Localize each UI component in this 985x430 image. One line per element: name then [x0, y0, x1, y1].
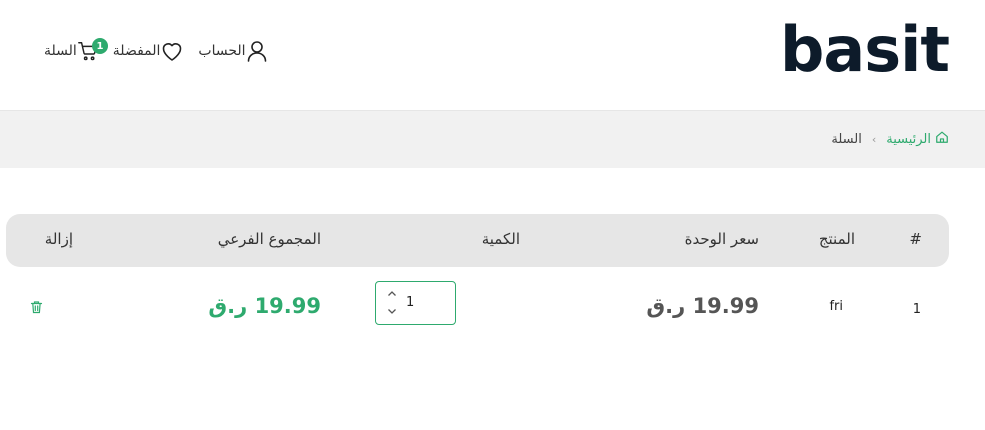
heart-icon	[160, 40, 184, 62]
chevron-down-icon[interactable]	[385, 306, 399, 318]
account-link[interactable]: الحساب	[198, 39, 267, 63]
breadcrumb-home-link[interactable]: الرئيسية	[886, 130, 949, 148]
breadcrumb: الرئيسية › السلة	[831, 130, 949, 148]
chevron-up-icon[interactable]	[385, 288, 399, 300]
user-icon	[246, 39, 268, 63]
breadcrumb-separator: ›	[871, 132, 877, 146]
header-quantity: الكمية	[481, 230, 520, 248]
product-name[interactable]: fri	[829, 299, 843, 314]
unit-price: 19.99 ر.ق	[646, 294, 759, 318]
cart-label: السلة	[44, 43, 77, 59]
header-nav: السلة 1 المفضلة الحساب	[44, 36, 282, 66]
home-icon	[931, 130, 949, 148]
site-header: السلة 1 المفضلة الحساب basit	[0, 0, 985, 111]
breadcrumb-home-label: الرئيسية	[886, 131, 931, 147]
account-label: الحساب	[198, 43, 246, 59]
header-product: المنتج	[818, 230, 855, 248]
cart-table-header: # المنتج سعر الوحدة الكمية المجموع الفرع…	[6, 214, 949, 267]
brand-logo[interactable]: basit	[780, 14, 950, 86]
remove-button[interactable]	[30, 299, 43, 318]
row-subtotal: 19.99 ر.ق	[208, 294, 321, 318]
header-number: #	[909, 230, 922, 248]
header-unit-price: سعر الوحدة	[684, 230, 759, 248]
table-row: 1 fri 19.99 ر.ق 1 19.99 ر.ق	[0, 280, 985, 340]
breadcrumb-bar: الرئيسية › السلة	[0, 111, 985, 168]
quantity-value[interactable]: 1	[406, 295, 414, 310]
wishlist-link[interactable]: المفضلة	[113, 40, 185, 62]
trash-icon	[30, 299, 43, 318]
breadcrumb-current: السلة	[831, 131, 862, 147]
row-number: 1	[912, 302, 921, 317]
header-subtotal: المجموع الفرعي	[217, 230, 321, 248]
cart-count-badge: 1	[92, 38, 108, 54]
wishlist-label: المفضلة	[112, 43, 161, 59]
header-remove: إزالة	[44, 230, 73, 248]
cart-link[interactable]: السلة 1	[44, 38, 108, 62]
quantity-stepper[interactable]: 1	[375, 281, 456, 325]
